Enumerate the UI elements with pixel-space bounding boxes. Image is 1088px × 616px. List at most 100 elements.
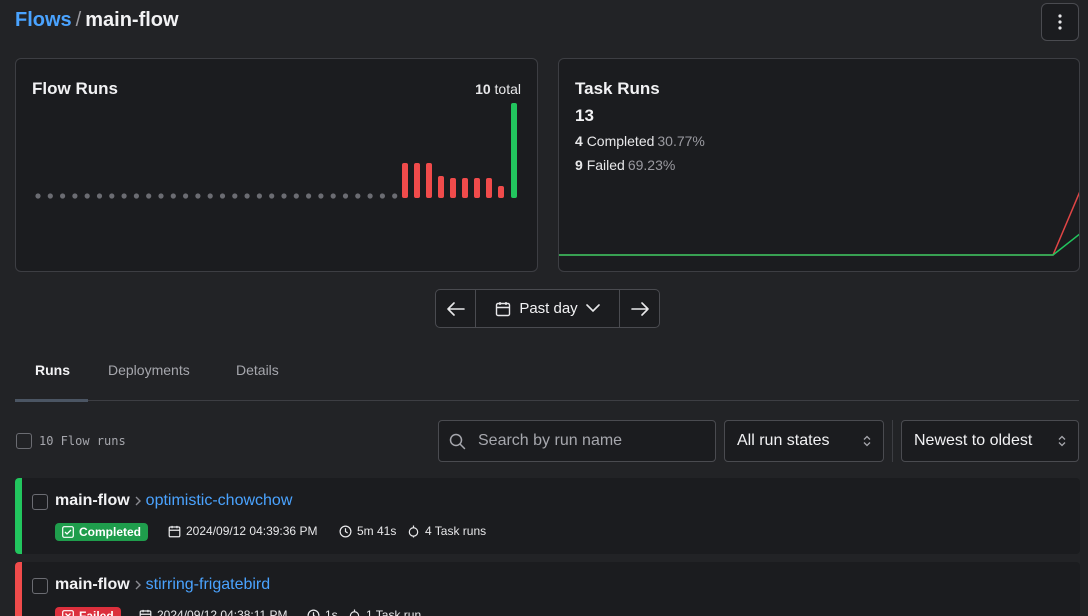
- chevron-up-down-icon: [863, 435, 871, 447]
- page-title: main-flow: [85, 9, 179, 31]
- run-state-bar-completed: [15, 478, 22, 554]
- run-start-time: 2024/09/12 04:39:36 PM: [168, 524, 317, 538]
- flow-run-bar[interactable]: [474, 178, 480, 198]
- flow-run-bar[interactable]: [498, 186, 504, 198]
- calendar-icon: [168, 525, 181, 537]
- sort-select[interactable]: Newest to oldest: [901, 420, 1079, 462]
- select-all-checkbox[interactable]: [16, 433, 32, 449]
- flow-run-bar[interactable]: [426, 163, 432, 198]
- empty-slot-dot: [330, 193, 336, 199]
- empty-slot-dot: [96, 193, 103, 199]
- empty-slot-dot: [60, 193, 66, 199]
- vertical-dots-icon: [1058, 14, 1062, 30]
- tab-runs[interactable]: Runs: [35, 362, 70, 378]
- range-label: Past day: [519, 300, 578, 317]
- check-square-icon: [62, 526, 74, 538]
- flow-runs-bar-chart: [35, 103, 517, 199]
- run-duration-value: 5m 41s: [357, 524, 397, 538]
- chevron-up-down-icon: [1058, 435, 1066, 447]
- calendar-icon: [496, 301, 511, 316]
- run-name-link[interactable]: optimistic-chowchow: [146, 492, 293, 510]
- run-task-count: 4 Task runs: [407, 524, 486, 538]
- empty-slot-dot: [269, 193, 275, 199]
- task-runs-line-chart: [559, 191, 1079, 256]
- flow-run-bar[interactable]: [450, 178, 456, 198]
- run-state-select-value: All run states: [737, 432, 830, 449]
- empty-slot-dot: [195, 193, 201, 199]
- run-date: 2024/09/12 04:39:36 PM: [186, 524, 318, 538]
- x-square-icon: [62, 610, 74, 616]
- empty-slot-dot: [342, 193, 349, 199]
- run-flow-name: main-flow: [55, 576, 130, 593]
- run-flow-name: main-flow: [55, 492, 130, 509]
- flow-run-bar[interactable]: [462, 178, 468, 198]
- empty-slot-dot: [355, 193, 361, 199]
- empty-slot-dot: [367, 193, 373, 199]
- run-state-select[interactable]: All run states: [724, 420, 884, 462]
- run-date: 2024/09/12 04:38:11 PM: [157, 608, 288, 616]
- flow-run-row[interactable]: main-flow stirring-frigatebird Failed 20…: [15, 562, 1080, 616]
- run-task-count: 1 Task run: [348, 608, 421, 616]
- breadcrumb-flows-link[interactable]: Flows: [15, 9, 72, 31]
- tab-deployments[interactable]: Deployments: [108, 362, 190, 378]
- empty-slot-dot: [84, 193, 90, 199]
- run-duration: 5m 41s: [339, 524, 396, 538]
- flow-run-bar[interactable]: [402, 163, 408, 198]
- empty-slot-dot: [306, 193, 312, 199]
- tab-details[interactable]: Details: [236, 362, 279, 378]
- empty-slot-dot: [232, 193, 238, 199]
- flow-run-bar[interactable]: [414, 163, 420, 198]
- empty-slot-dot: [281, 193, 287, 199]
- task-runs-completed-line: [559, 233, 1079, 256]
- breadcrumb-separator: /: [75, 9, 82, 31]
- run-duration: 1s: [307, 608, 338, 616]
- breadcrumb: Flows / main-flow: [15, 9, 179, 32]
- flow-run-row[interactable]: main-flow optimistic-chowchow Completed …: [15, 478, 1080, 554]
- empty-slot-dot: [146, 193, 152, 199]
- next-range-button[interactable]: [620, 290, 659, 327]
- run-duration-value: 1s: [325, 608, 338, 616]
- chevron-right-icon: [135, 580, 141, 590]
- run-title: main-flow optimistic-chowchow: [55, 492, 292, 510]
- task-runs-card: Task Runs 13 4 Completed 30.77% 9 Failed 6…: [558, 58, 1080, 272]
- empty-slot-dot: [256, 193, 262, 199]
- previous-range-button[interactable]: [436, 290, 476, 327]
- run-checkbox[interactable]: [32, 494, 48, 510]
- empty-slot-dot: [379, 193, 385, 199]
- flow-runs-card: Flow Runs 10 total: [15, 58, 538, 272]
- task-node-icon: [408, 524, 419, 538]
- flow-run-bar[interactable]: [486, 178, 492, 198]
- empty-slot-dot: [392, 193, 398, 199]
- search-icon: [449, 433, 466, 449]
- more-menu-button[interactable]: [1041, 3, 1079, 41]
- run-name-link[interactable]: stirring-frigatebird: [146, 576, 270, 594]
- empty-slot-dot: [72, 193, 78, 199]
- sort-select-value: Newest to oldest: [914, 432, 1033, 449]
- flow-runs-count: 10 Flow runs: [39, 434, 126, 448]
- search-input[interactable]: [478, 432, 698, 450]
- run-title: main-flow stirring-frigatebird: [55, 576, 270, 594]
- active-tab-indicator: [15, 399, 88, 402]
- flow-run-bar[interactable]: [511, 103, 517, 198]
- clock-icon: [307, 609, 320, 616]
- search-box: [438, 420, 716, 462]
- empty-slot-dot: [170, 193, 176, 199]
- chevron-right-icon: [135, 496, 141, 506]
- run-task-count-value[interactable]: 4 Task runs: [425, 524, 486, 538]
- run-task-count-value[interactable]: 1 Task run: [366, 608, 421, 616]
- range-dropdown[interactable]: Past day: [476, 290, 620, 327]
- task-node-icon: [349, 608, 360, 616]
- status-badge-label: Completed: [79, 525, 142, 539]
- empty-slot-dot: [318, 193, 324, 199]
- status-badge-completed: Completed: [55, 523, 149, 541]
- arrow-left-icon: [446, 301, 465, 316]
- empty-slot-dot: [207, 193, 213, 199]
- arrow-right-icon: [630, 301, 649, 316]
- flow-run-bar[interactable]: [438, 176, 444, 198]
- empty-slot-dot: [219, 193, 226, 199]
- run-state-bar-failed: [15, 562, 22, 616]
- tab-bar: Runs Deployments Details: [15, 352, 1079, 402]
- empty-slot-dot: [109, 193, 115, 199]
- run-checkbox[interactable]: [32, 578, 48, 594]
- date-range-selector: Past day: [435, 289, 660, 328]
